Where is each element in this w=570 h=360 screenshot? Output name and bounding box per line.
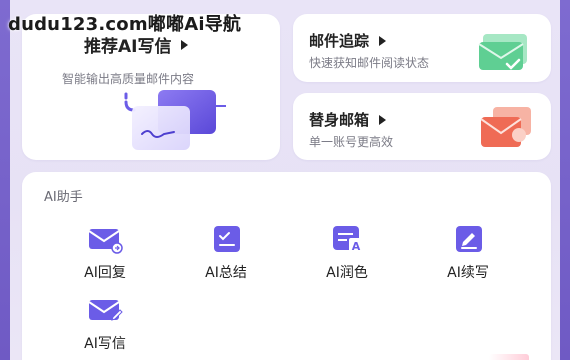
alias-mailbox-illustration-icon <box>480 107 531 147</box>
ai-continue-label: AI续写 <box>447 265 489 281</box>
arrow-right-icon <box>379 35 387 46</box>
pen-write-icon <box>456 226 482 252</box>
side-strip-left <box>0 0 10 360</box>
mail-tracking-illustration-icon <box>478 34 527 70</box>
ai-continue-button[interactable]: AI续写 <box>418 224 518 282</box>
ai-write-button[interactable]: AI写信 <box>55 295 155 353</box>
ai-polish-button[interactable]: A AI润色 <box>297 224 397 282</box>
mail-tracking-title: 邮件追踪 <box>309 32 370 50</box>
ai-chat-illustration-icon <box>124 90 226 150</box>
svg-text:A: A <box>352 240 361 253</box>
ai-summary-button[interactable]: AI总结 <box>176 224 276 282</box>
mail-tracking-subtitle: 快速获知邮件阅读状态 <box>309 56 430 70</box>
checklist-icon <box>214 226 240 252</box>
alias-mailbox-title: 替身邮箱 <box>309 111 370 129</box>
ai-write-subtitle: 智能输出高质量邮件内容 <box>62 72 195 86</box>
ai-assistant-title: AI助手 <box>44 190 83 205</box>
mail-tracking-card[interactable]: 邮件追踪 快速获知邮件阅读状态 <box>293 14 551 82</box>
text-format-icon: A <box>333 226 363 253</box>
alias-mailbox-subtitle: 单一账号更高效 <box>309 135 394 149</box>
ai-assistant-panel: AI助手 AI回复 AI总结 A AI润色 AI续写 AI写信 <box>22 172 551 360</box>
alias-mailbox-title-row: 替身邮箱 <box>309 109 387 130</box>
ai-summary-label: AI总结 <box>205 265 247 281</box>
ai-polish-label: AI润色 <box>326 265 368 281</box>
arrow-right-icon <box>379 114 387 125</box>
envelope-pen-icon <box>88 300 123 321</box>
ai-write-tool-label: AI写信 <box>84 336 126 352</box>
ai-reply-button[interactable]: AI回复 <box>55 224 155 282</box>
corner-decoration <box>489 354 529 360</box>
alias-mailbox-card[interactable]: 替身邮箱 单一账号更高效 <box>293 93 551 160</box>
side-strip-right <box>560 0 570 360</box>
envelope-reply-icon <box>88 229 123 254</box>
ai-reply-label: AI回复 <box>84 265 126 281</box>
arrow-right-icon <box>181 39 189 50</box>
watermark: dudu123.com嘟嘟Ai导航 <box>8 14 242 35</box>
mail-tracking-title-row: 邮件追踪 <box>309 30 387 51</box>
